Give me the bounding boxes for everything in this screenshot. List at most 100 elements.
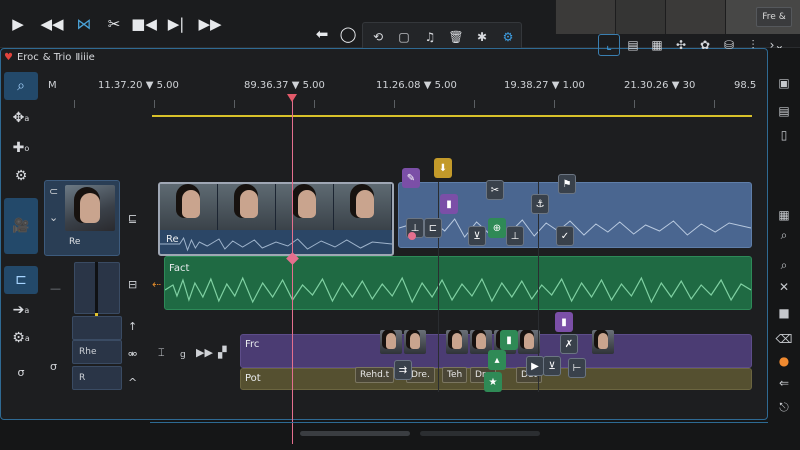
video-track-header[interactable]: ⊂ ⌄ Re <box>44 180 120 256</box>
sigma-icon[interactable]: σ <box>4 358 38 386</box>
marker-icon[interactable]: ▶ <box>526 356 544 376</box>
list-icon[interactable]: ▦ <box>772 204 796 226</box>
copy-icon[interactable]: ▣ <box>772 72 796 94</box>
trim-marker-icon[interactable]: ✓ <box>556 226 574 246</box>
layout-icon[interactable]: ⌞ <box>598 34 620 56</box>
video-camera-icon[interactable]: 🎥 <box>4 198 38 254</box>
delete-icon[interactable]: 🗑 <box>443 23 469 51</box>
stop-icon[interactable]: ▢ <box>391 23 417 51</box>
chain-icon[interactable]: ⚮ <box>128 348 137 361</box>
close-icon[interactable]: ✕ <box>772 276 796 298</box>
db-icon[interactable]: ⛁ <box>718 34 740 56</box>
bars-icon[interactable]: ▞ <box>218 346 226 359</box>
playhead[interactable] <box>292 96 293 444</box>
track-lock-icon[interactable]: ⊟ <box>128 278 137 291</box>
playhead-handle[interactable] <box>287 94 297 102</box>
play-icon[interactable]: ▶ <box>4 10 32 38</box>
caret-up-icon[interactable]: ^ <box>128 376 137 389</box>
trim-marker-icon[interactable]: ⊥ <box>506 226 524 246</box>
doc-icon[interactable]: ▯ <box>772 124 796 146</box>
search-icon[interactable]: ⌕ <box>4 72 38 100</box>
video-clip[interactable]: Re <box>158 182 394 256</box>
horizontal-scrollbar[interactable] <box>300 431 410 436</box>
link-icon[interactable]: ⬅ <box>308 20 336 48</box>
collapse-icon[interactable]: ⊂ <box>49 185 58 198</box>
cut-marker-icon[interactable]: ✂ <box>486 180 504 200</box>
zoom-icon[interactable]: ⌕ <box>772 224 796 246</box>
trim-marker-icon[interactable]: ⊏ <box>424 218 442 238</box>
marker-icon[interactable]: ▮ <box>440 194 458 214</box>
header-cell[interactable] <box>72 316 122 340</box>
minus-icon[interactable]: — <box>50 282 61 295</box>
rewind-icon[interactable]: ◀◀ <box>38 10 66 38</box>
stop-icon[interactable]: ■ <box>772 302 796 324</box>
loop-icon[interactable]: ⟲ <box>365 23 391 51</box>
mini-thumbnail <box>380 330 402 354</box>
marker-icon[interactable]: ⊻ <box>543 356 561 376</box>
green-marker-icon[interactable]: ⊕ <box>488 218 506 238</box>
zoom-icon[interactable]: ⌕ <box>772 254 796 276</box>
flag-marker-icon[interactable]: ⚑ <box>558 174 576 194</box>
marker-icon[interactable]: ⊢ <box>568 358 586 378</box>
panel-title-extra: & Trio <box>42 51 72 63</box>
add-tool-icon[interactable]: ✚ o <box>4 134 38 162</box>
split-view-icon[interactable]: ⫶ <box>742 34 764 56</box>
green-marker-icon[interactable]: ▮ <box>500 330 518 350</box>
gear-icon[interactable]: ⚙ <box>4 162 38 190</box>
marker-icon[interactable]: ⬇ <box>434 158 452 178</box>
frame-button[interactable]: Fre & <box>756 7 792 27</box>
trim-marker-icon[interactable]: ✗ <box>560 334 578 354</box>
header-cell[interactable]: R <box>72 366 122 390</box>
doc-icon[interactable]: ▤ <box>772 100 796 122</box>
keyframe-dot[interactable] <box>408 232 416 240</box>
panel-title-label: Ⅱiiie <box>75 51 95 63</box>
select-tool-icon[interactable]: ✥ a <box>4 104 38 132</box>
video-frame <box>276 184 334 230</box>
in-out-range-line[interactable] <box>152 115 752 117</box>
ruler-tick <box>74 100 75 108</box>
record-icon[interactable]: ■◀ <box>130 10 158 38</box>
clip-chip[interactable]: Rehd.t <box>355 367 395 383</box>
clip-chip[interactable]: Teh <box>442 367 468 383</box>
step-icon[interactable]: ▶| <box>162 10 190 38</box>
tags-icon[interactable]: ▦ <box>646 34 668 56</box>
audio-icon[interactable]: ♫ <box>417 23 443 51</box>
play-segment-icon[interactable]: ▶▶ <box>196 346 213 359</box>
timeline-ruler[interactable]: M 11.37.20 ▼ 5.00 89.36.37 ▼ 5.00 11.26.… <box>44 74 760 114</box>
trim-marker-icon[interactable]: ⊻ <box>468 226 486 246</box>
circle-icon[interactable]: ◯ <box>334 20 362 48</box>
record-dot-icon[interactable]: ● <box>772 350 796 372</box>
arrow-left-icon[interactable]: ⇠ <box>152 278 161 291</box>
arrow-tool-icon[interactable]: ➔ a <box>4 296 38 324</box>
cut-icon[interactable]: ✂ <box>100 10 128 38</box>
eraser-icon[interactable]: ⌫ <box>772 328 796 350</box>
settings-tool-icon[interactable]: ⚙ a <box>4 324 38 352</box>
ruler-left-mark: M <box>48 80 57 91</box>
forward-icon[interactable]: ▶▶ <box>196 10 224 38</box>
horizontal-scrollbar-track[interactable] <box>420 431 540 436</box>
track-sync-icon[interactable]: ⊑ <box>128 212 137 225</box>
video-track-label: Re <box>69 237 81 247</box>
exit-icon[interactable]: ⎋ <box>772 396 796 418</box>
pin-marker-icon[interactable]: ⚓ <box>531 194 549 214</box>
chevron-down-icon[interactable]: ⌄ <box>49 211 58 224</box>
star-marker-icon[interactable]: ★ <box>484 372 502 392</box>
edge-tool-icon[interactable]: ⊏ <box>4 266 38 294</box>
header-cell[interactable]: Rhe <box>72 340 122 364</box>
columns-icon[interactable]: ▤ <box>622 34 644 56</box>
marker-icon[interactable]: ⇉ <box>394 360 412 380</box>
marker-icon[interactable]: ✎ <box>402 168 420 188</box>
green-marker-icon[interactable]: ▴ <box>488 350 506 370</box>
panel-bottom-edge <box>150 422 768 423</box>
gear-icon[interactable]: ✱ <box>469 23 495 51</box>
stack-icon[interactable]: ⌶ <box>158 346 165 360</box>
fx-icon[interactable]: ✣ <box>670 34 692 56</box>
settings-icon[interactable]: ⚙ <box>495 23 521 51</box>
split-icon[interactable]: ⋈ <box>70 10 98 38</box>
up-arrow-icon[interactable]: ↑ <box>128 320 137 333</box>
arrow-icon[interactable]: ⇐ <box>772 372 796 394</box>
flower-icon[interactable]: ✿ <box>694 34 716 56</box>
audio-clip[interactable]: Fact <box>164 256 752 310</box>
marker-icon[interactable]: ▮ <box>555 312 573 332</box>
mini-thumbnail <box>518 330 540 354</box>
